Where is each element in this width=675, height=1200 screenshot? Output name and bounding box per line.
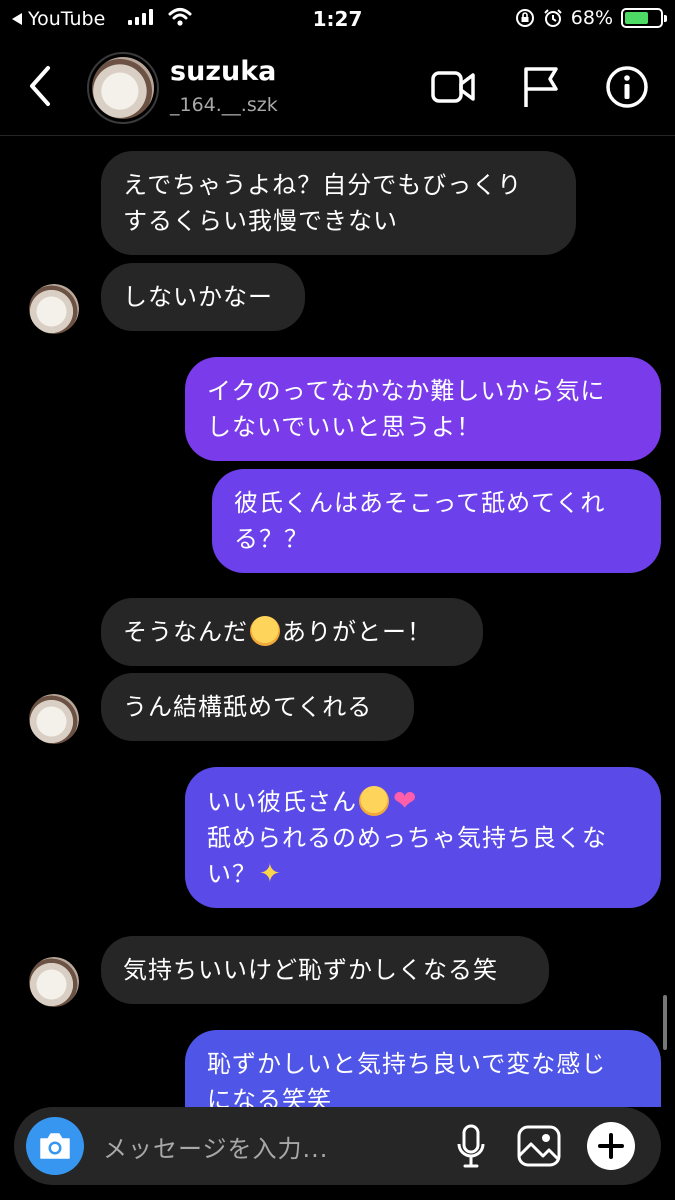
message-input[interactable]: メッセージを入力...	[103, 1129, 328, 1164]
message-incoming[interactable]: そうなんだ ありがとー！	[101, 598, 483, 666]
flag-icon[interactable]	[520, 65, 562, 109]
home-indicator-area	[0, 1190, 675, 1200]
message-text: ありがとー！	[282, 618, 432, 646]
battery-icon	[621, 8, 667, 28]
message-text: 恥ずかしいと気持ち良いで変な感じ	[207, 1050, 607, 1078]
camera-button[interactable]	[26, 1117, 84, 1175]
chat-header: suzuka _164.__.szk	[0, 40, 675, 136]
message-text: イクのってなかなか難しいから気に	[207, 377, 606, 405]
gallery-icon[interactable]	[516, 1124, 562, 1168]
message-text: えでちゃうよね？自分でもびっくり	[123, 171, 523, 199]
message-outgoing[interactable]: イクのってなかなか難しいから気に しないでいいと思うよ！	[185, 357, 661, 461]
message-text: いい彼氏さん	[207, 788, 357, 816]
info-icon[interactable]	[605, 65, 649, 109]
message-text: になる笑笑	[207, 1086, 332, 1107]
message-outgoing[interactable]: いい彼氏さん ❤ 舐められるのめっちゃ気持ち良くな い？✦	[185, 767, 661, 908]
status-bar: YouTube 1:27 68%	[0, 0, 675, 40]
message-text: 気持ちいいけど恥ずかしくなる笑	[123, 956, 498, 984]
sparkling-heart-icon: ❤	[393, 784, 418, 817]
battery-percent: 68%	[570, 7, 613, 29]
message-outgoing[interactable]: 恥ずかしいと気持ち良いで変な感じ になる笑笑	[185, 1030, 661, 1107]
crying-face-icon	[250, 616, 280, 646]
sparkles-icon: ✦	[259, 859, 282, 889]
message-text: するくらい我慢できない	[123, 207, 398, 235]
chevron-left-icon[interactable]	[24, 62, 54, 110]
sender-avatar[interactable]	[29, 694, 79, 744]
scrollbar[interactable]	[663, 995, 667, 1050]
contact-handle: _164.__.szk	[170, 94, 278, 116]
camera-icon	[40, 1133, 70, 1159]
message-composer: メッセージを入力...	[14, 1107, 661, 1185]
message-text: る？？	[234, 525, 309, 553]
message-text: 舐められるのめっちゃ気持ち良くな	[207, 824, 607, 852]
message-text: うん結構舐めてくれる	[123, 693, 373, 721]
message-outgoing[interactable]: 彼氏くんはあそこって舐めてくれ る？？	[212, 469, 661, 573]
message-text: しないかなー	[123, 283, 273, 311]
message-text: しないでいいと思うよ！	[207, 413, 482, 441]
sender-avatar[interactable]	[29, 284, 79, 334]
message-text: 彼氏くんはあそこって舐めてくれ	[234, 489, 606, 517]
plus-icon	[598, 1133, 624, 1159]
profile-avatar[interactable]	[87, 52, 159, 124]
message-list[interactable]: えでちゃうよね？自分でもびっくり するくらい我慢できない しないかなー イクのっ…	[0, 137, 675, 1107]
orientation-lock-icon	[515, 9, 534, 27]
microphone-icon[interactable]	[454, 1124, 488, 1170]
contact-name[interactable]: suzuka	[170, 56, 276, 87]
alarm-icon	[544, 9, 562, 27]
message-incoming[interactable]: しないかなー	[101, 263, 305, 331]
pleading-face-icon	[359, 786, 389, 816]
sender-avatar[interactable]	[29, 957, 79, 1007]
message-incoming[interactable]: うん結構舐めてくれる	[101, 673, 414, 741]
video-call-icon[interactable]	[430, 67, 476, 107]
message-text: そうなんだ	[123, 618, 248, 646]
plus-button[interactable]	[587, 1122, 635, 1170]
message-text: い？	[207, 860, 257, 888]
message-incoming[interactable]: 気持ちいいけど恥ずかしくなる笑	[101, 936, 549, 1004]
message-incoming[interactable]: えでちゃうよね？自分でもびっくり するくらい我慢できない	[101, 151, 576, 255]
